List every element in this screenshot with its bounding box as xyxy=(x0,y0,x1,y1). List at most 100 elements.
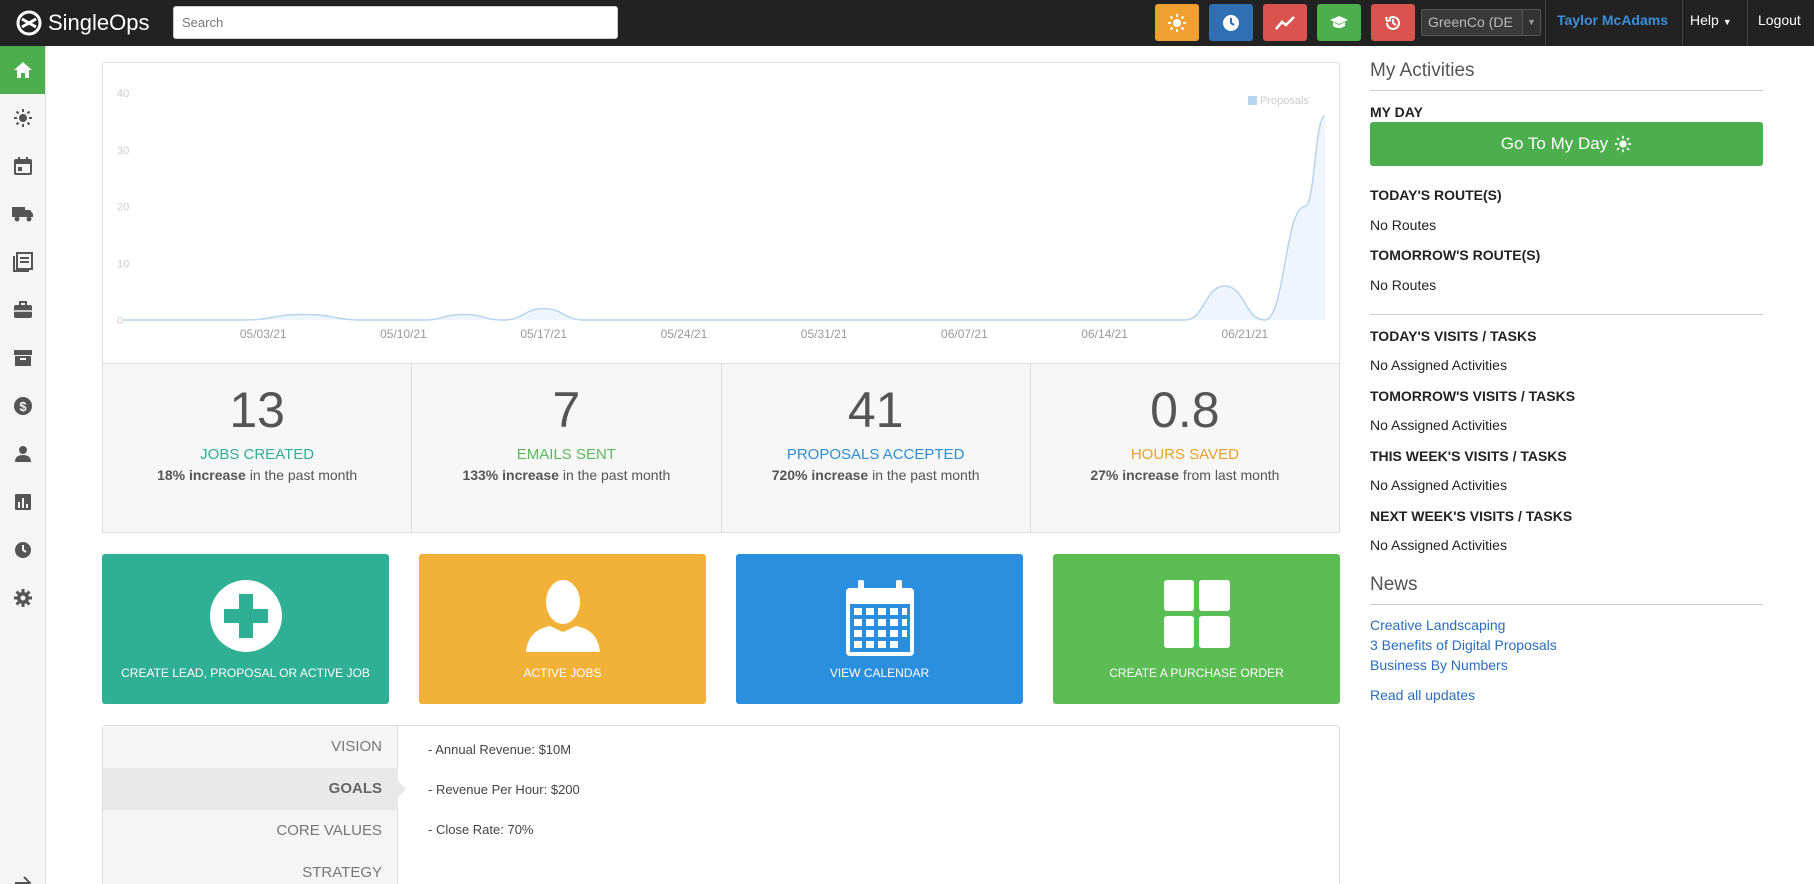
tab-core-values[interactable]: CORE VALUES xyxy=(103,810,398,852)
sidebar: $ xyxy=(0,46,46,884)
sun-icon xyxy=(1615,135,1632,153)
sidebar-item-billing[interactable]: $ xyxy=(0,382,45,430)
y-tick-label: 30 xyxy=(117,145,129,157)
x-tick-label: 06/21/21 xyxy=(1222,327,1269,341)
sidebar-item-inventory[interactable] xyxy=(0,334,45,382)
go-to-my-day-button[interactable]: Go To My Day xyxy=(1370,122,1763,166)
section-text: No Assigned Activities xyxy=(1370,417,1507,433)
x-tick-label: 05/03/21 xyxy=(240,327,287,341)
home-icon xyxy=(13,62,32,78)
legend-swatch xyxy=(1248,96,1257,105)
company-select[interactable]: GreenCo (DE ▼ xyxy=(1421,9,1541,36)
proposals-chart-panel: 0 10 20 30 40 05/03/21 05/10/21 05/17/21 05/24/2… xyxy=(102,62,1340,363)
sidebar-item-home[interactable] xyxy=(0,46,45,94)
training-quick-button[interactable] xyxy=(1317,4,1361,41)
create-purchase-order-tile[interactable]: CREATE A PURCHASE ORDER xyxy=(1053,554,1340,704)
tab-vision[interactable]: VISION xyxy=(103,726,398,768)
history-icon xyxy=(1385,15,1400,30)
user-menu-link[interactable]: Taylor McAdams xyxy=(1557,12,1668,28)
vision-goals-panel: VISION GOALS CORE VALUES STRATEGY - Annu… xyxy=(102,725,1340,884)
tab-strategy[interactable]: STRATEGY xyxy=(103,852,398,884)
section-text: No Assigned Activities xyxy=(1370,357,1507,373)
tile-label: CREATE A PURCHASE ORDER xyxy=(1109,666,1284,680)
create-lead-tile[interactable]: CREATE LEAD, PROPOSAL OR ACTIVE JOB xyxy=(102,554,389,704)
sidebar-item-reports[interactable] xyxy=(0,478,45,526)
y-tick-label: 10 xyxy=(117,258,129,270)
sidebar-item-customers[interactable] xyxy=(0,430,45,478)
logout-link[interactable]: Logout xyxy=(1758,12,1801,28)
tab-goals[interactable]: GOALS xyxy=(103,768,406,810)
person-icon xyxy=(14,446,31,462)
view-calendar-tile[interactable]: VIEW CALENDAR xyxy=(736,554,1023,704)
stat-description: 27% increase from last month xyxy=(1090,467,1280,483)
goal-item: - Annual Revenue: $10M xyxy=(428,742,572,757)
sidebar-expand-button[interactable] xyxy=(0,866,45,884)
trend-icon xyxy=(1275,15,1295,30)
app-name: SingleOps xyxy=(48,10,150,35)
sidebar-item-lists[interactable] xyxy=(0,238,45,286)
tile-label: CREATE LEAD, PROPOSAL OR ACTIVE JOB xyxy=(121,666,370,680)
clock-icon xyxy=(1223,14,1239,31)
my-day-heading: MY DAY xyxy=(1370,104,1423,120)
stats-row: 13 JOBS CREATED 18% increase in the past… xyxy=(102,363,1340,533)
stat-label: JOBS CREATED xyxy=(200,446,315,463)
section-heading: TODAY'S ROUTE(S) xyxy=(1370,187,1502,203)
time-tracking-quick-button[interactable] xyxy=(1209,4,1253,41)
section-heading: NEXT WEEK'S VISITS / TASKS xyxy=(1370,508,1573,524)
news-link[interactable]: Business By Numbers xyxy=(1370,657,1508,673)
sun-icon xyxy=(1168,13,1186,32)
stat-number: 0.8 xyxy=(1150,382,1220,438)
read-all-updates-link[interactable]: Read all updates xyxy=(1370,687,1475,703)
stat-jobs-created: 13 JOBS CREATED 18% increase in the past… xyxy=(103,364,413,532)
gear-icon xyxy=(13,589,32,607)
history-quick-button[interactable] xyxy=(1371,4,1415,41)
divider xyxy=(1370,604,1763,605)
x-tick-label: 05/24/21 xyxy=(661,327,708,341)
y-tick-label: 20 xyxy=(117,202,129,214)
news-title: News xyxy=(1370,574,1418,595)
section-text: No Routes xyxy=(1370,217,1437,233)
truck-icon xyxy=(11,207,33,222)
clock-icon xyxy=(14,542,31,558)
divider xyxy=(1370,90,1763,91)
user-icon xyxy=(525,580,600,652)
graduation-cap-icon xyxy=(1330,15,1348,28)
sidebar-item-timesheets[interactable] xyxy=(0,526,45,574)
stat-hours-saved: 0.8 HOURS SAVED 27% increase from last m… xyxy=(1031,364,1339,532)
news-link[interactable]: Creative Landscaping xyxy=(1370,617,1505,633)
section-text: No Assigned Activities xyxy=(1370,477,1507,493)
goal-item: - Revenue Per Hour: $200 xyxy=(428,782,580,797)
stat-label: EMAILS SENT xyxy=(516,446,616,463)
app-logo[interactable]: SingleOps xyxy=(16,8,150,38)
goal-item: - Close Rate: 70% xyxy=(428,822,534,837)
sidebar-item-calendar[interactable] xyxy=(0,142,45,190)
search-input[interactable] xyxy=(173,6,618,39)
bar-chart-icon xyxy=(14,494,31,510)
chevron-down-icon: ▼ xyxy=(1522,10,1540,35)
stat-description: 720% increase in the past month xyxy=(771,467,980,483)
vision-goals-tabs: VISION GOALS CORE VALUES STRATEGY xyxy=(103,726,406,884)
stat-label: HOURS SAVED xyxy=(1130,446,1239,463)
reports-quick-button[interactable] xyxy=(1263,4,1307,41)
my-day-quick-button[interactable] xyxy=(1155,4,1199,41)
arrow-right-icon xyxy=(14,876,31,884)
active-jobs-tile[interactable]: ACTIVE JOBS xyxy=(419,554,706,704)
caret-down-icon: ▼ xyxy=(1722,17,1732,27)
section-heading: TODAY'S VISITS / TASKS xyxy=(1370,328,1537,344)
calendar-icon xyxy=(13,157,32,175)
sidebar-item-routes[interactable] xyxy=(0,190,45,238)
sidebar-item-settings[interactable] xyxy=(0,574,45,622)
help-menu[interactable]: Help ▼ xyxy=(1690,12,1732,28)
sidebar-item-my-day[interactable] xyxy=(0,94,45,142)
series-line xyxy=(122,114,1326,321)
news-link[interactable]: 3 Benefits of Digital Proposals xyxy=(1370,637,1557,653)
y-tick-label: 40 xyxy=(117,88,129,100)
svg-text:$: $ xyxy=(19,399,27,414)
stat-number: 41 xyxy=(847,382,904,438)
nav-divider xyxy=(1747,0,1748,46)
x-tick-label: 06/07/21 xyxy=(941,327,988,341)
stat-emails-sent: 7 EMAILS SENT 133% increase in the past … xyxy=(412,364,722,532)
x-tick-label: 05/17/21 xyxy=(520,327,567,341)
sidebar-item-jobs[interactable] xyxy=(0,286,45,334)
dollar-icon: $ xyxy=(13,397,32,415)
